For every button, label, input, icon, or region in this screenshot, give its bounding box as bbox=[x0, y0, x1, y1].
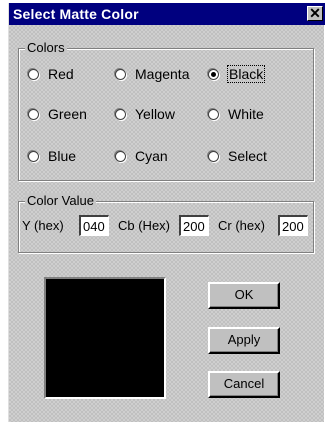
radio-white[interactable]: White bbox=[208, 105, 264, 123]
radio-red-circle[interactable] bbox=[28, 68, 39, 80]
radio-black[interactable]: Black bbox=[208, 65, 266, 83]
radio-cyan-circle[interactable] bbox=[115, 150, 126, 162]
window-title: Select Matte Color bbox=[13, 6, 139, 22]
apply-button[interactable]: Apply bbox=[208, 327, 280, 354]
cr-hex-label: Cr (hex) bbox=[218, 218, 265, 233]
radio-magenta[interactable]: Magenta bbox=[115, 65, 189, 83]
cb-hex-label: Cb (Hex) bbox=[118, 218, 171, 233]
radio-red-label: Red bbox=[48, 66, 74, 82]
close-icon: ✕ bbox=[309, 5, 321, 21]
cb-hex-input[interactable] bbox=[179, 215, 209, 236]
ok-button[interactable]: OK bbox=[208, 282, 280, 309]
radio-magenta-label: Magenta bbox=[135, 66, 190, 82]
radio-blue-circle[interactable] bbox=[28, 150, 39, 162]
cr-hex-input[interactable] bbox=[278, 215, 308, 236]
radio-white-label: White bbox=[228, 106, 264, 122]
radio-black-circle[interactable] bbox=[208, 68, 219, 80]
color-value-group-label: Color Value bbox=[25, 193, 96, 209]
radio-black-label: Black bbox=[226, 65, 266, 83]
radio-select[interactable]: Select bbox=[208, 147, 267, 165]
color-value-group: Color Value Y (hex) Cb (Hex) Cr (hex) bbox=[18, 193, 314, 253]
select-matte-color-dialog: Select Matte Color ✕ Colors Red Magenta … bbox=[8, 3, 325, 422]
close-button[interactable]: ✕ bbox=[307, 6, 323, 21]
radio-cyan[interactable]: Cyan bbox=[115, 147, 168, 165]
radio-yellow-circle[interactable] bbox=[115, 108, 126, 120]
radio-select-label: Select bbox=[228, 148, 267, 164]
colors-group: Colors Red Magenta Black Green Yellow Wh… bbox=[18, 40, 314, 181]
title-bar[interactable]: Select Matte Color ✕ bbox=[9, 3, 325, 25]
colors-group-label: Colors bbox=[25, 40, 67, 56]
radio-yellow-label: Yellow bbox=[135, 106, 175, 122]
radio-cyan-label: Cyan bbox=[135, 148, 168, 164]
radio-blue[interactable]: Blue bbox=[28, 147, 76, 165]
radio-magenta-circle[interactable] bbox=[115, 68, 126, 80]
radio-green[interactable]: Green bbox=[28, 105, 87, 123]
y-hex-input[interactable] bbox=[79, 215, 109, 236]
radio-red[interactable]: Red bbox=[28, 65, 74, 83]
radio-yellow[interactable]: Yellow bbox=[115, 105, 175, 123]
radio-white-circle[interactable] bbox=[208, 108, 219, 120]
color-preview-swatch bbox=[44, 277, 166, 399]
radio-green-label: Green bbox=[48, 106, 87, 122]
radio-select-circle[interactable] bbox=[208, 150, 219, 162]
radio-blue-label: Blue bbox=[48, 148, 77, 164]
y-hex-label: Y (hex) bbox=[22, 218, 64, 233]
cancel-button[interactable]: Cancel bbox=[208, 371, 280, 398]
radio-green-circle[interactable] bbox=[28, 108, 39, 120]
